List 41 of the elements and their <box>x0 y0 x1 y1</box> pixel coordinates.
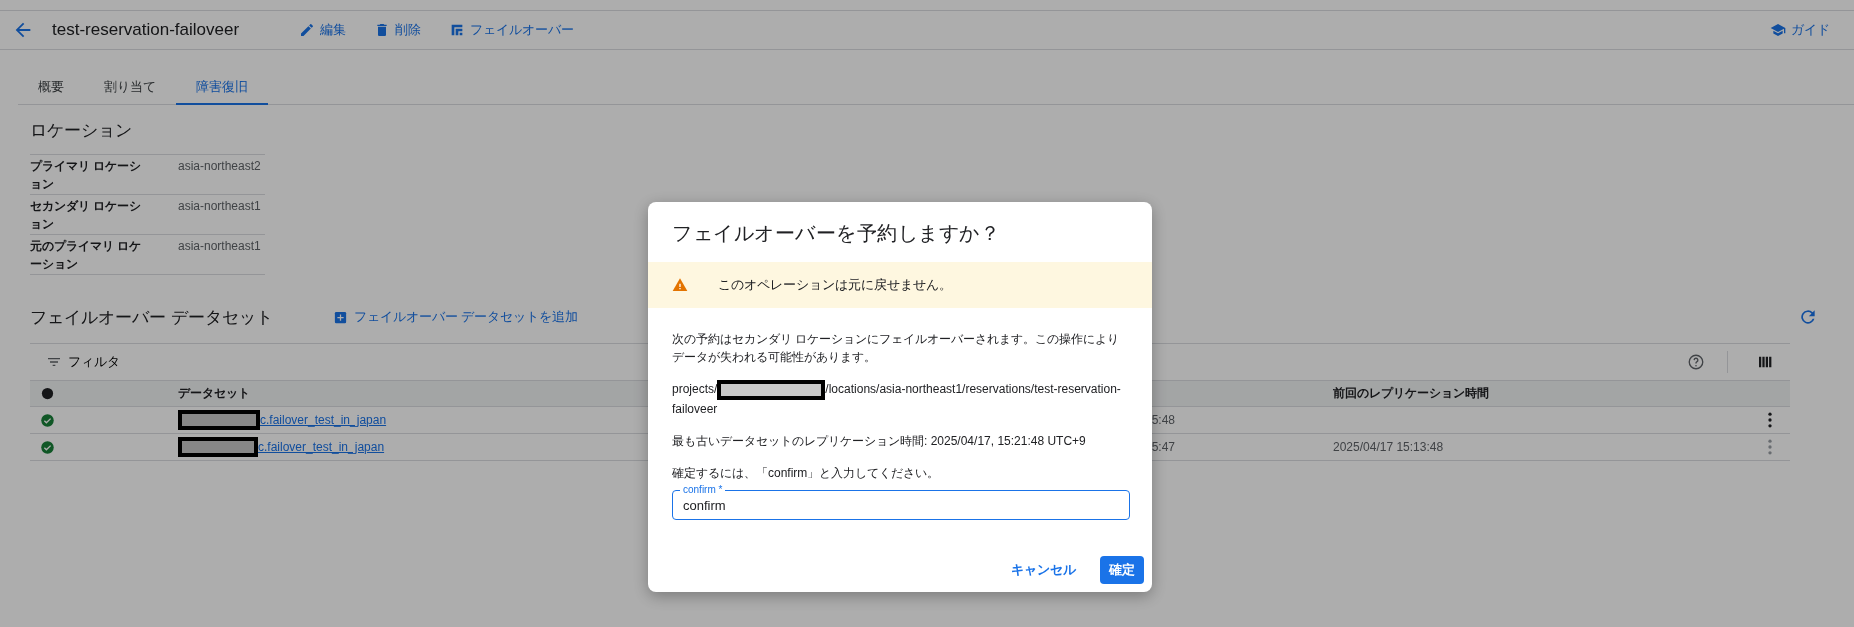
filter-button[interactable]: フィルタ <box>46 353 120 371</box>
dataset-link[interactable]: c.failover_test_in_japan <box>258 440 385 454</box>
tab[interactable]: 障害復旧 <box>176 70 268 105</box>
reservation-path: projects/ /locations/asia-northeast1/reservations/test-reservation-failoveer <box>672 380 1122 418</box>
dialog-message: 次の予約はセカンダリ ロケーションにフェイルオーバーされます。この操作によりデータが失われる可能性があります。 <box>672 331 1121 366</box>
help-icon[interactable] <box>1687 353 1705 371</box>
replication-time-text: 最も古いデータセットのレプリケーション時間: 2025/04/17, 15:21:48 UTC+9 <box>672 433 1087 450</box>
property-value: asia-northeast1 <box>178 198 262 215</box>
graduation-cap-icon <box>1770 22 1786 38</box>
table-cell: 5:47 <box>1151 440 1175 454</box>
table-cell-text: 2025/04/17 15:13:48 <box>1333 440 1445 454</box>
cancel-button[interactable]: キャンセル <box>1003 556 1084 584</box>
tab[interactable]: 割り当て <box>84 70 176 105</box>
column-header: 前回のレプリケーション時間 <box>1333 385 1490 402</box>
confirm-instruction: 確定するには、「confirm」と入力してください。 <box>672 465 941 482</box>
property-value: asia-northeast1 <box>178 238 262 255</box>
section-heading: ロケーション <box>30 120 133 142</box>
property-label: 元のプライマリ ロケーション <box>30 238 143 273</box>
guide-button[interactable]: ガイド <box>1770 21 1830 39</box>
property-label: プライマリ ロケーション <box>30 158 143 193</box>
warning-text: このオペレーションは元に戻せません。 <box>718 276 952 294</box>
add-dataset-button[interactable]: フェイルオーバー データセットを追加 <box>332 308 579 326</box>
delete-button[interactable]: 削除 <box>374 21 422 39</box>
plus-icon <box>332 309 348 325</box>
property-value: asia-northeast2 <box>178 158 262 175</box>
dataset-link[interactable]: c.failover_test_in_japan <box>260 413 387 427</box>
table-cell: 5:48 <box>1151 413 1175 427</box>
warning-icon <box>672 277 688 293</box>
confirm-button[interactable]: 確定 <box>1100 556 1144 584</box>
status-dot-icon <box>40 386 55 401</box>
column-header: データセット <box>178 385 250 402</box>
failover-button[interactable]: フェイルオーバー <box>449 21 575 39</box>
field-label: confirm * <box>680 484 726 496</box>
section-heading: フェイルオーバー データセット <box>30 306 273 329</box>
dialog-title: フェイルオーバーを予約しますか？ <box>672 221 1001 246</box>
edit-button[interactable]: 編集 <box>299 21 347 39</box>
tab[interactable]: 概要 <box>18 70 84 105</box>
page-title: test-reservation-failoveer <box>52 20 240 40</box>
property-label: セカンダリ ロケーション <box>30 198 143 233</box>
refresh-icon[interactable] <box>1798 307 1818 327</box>
pencil-icon <box>299 22 316 38</box>
